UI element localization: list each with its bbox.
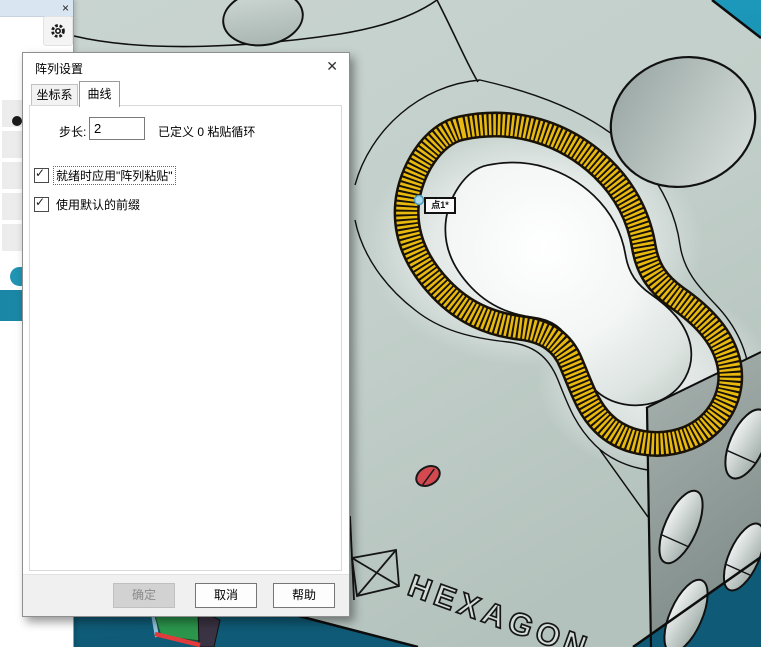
record-dot bbox=[12, 116, 22, 126]
help-button[interactable]: 帮助 bbox=[273, 583, 335, 608]
settings-button[interactable] bbox=[43, 16, 73, 46]
gear-icon bbox=[48, 21, 68, 41]
dialog-footer: 确定 取消 帮助 bbox=[23, 574, 349, 616]
ok-button[interactable]: 确定 bbox=[113, 583, 175, 608]
point-id-label[interactable]: 点1* bbox=[424, 197, 456, 214]
dialog-title: 阵列设置 bbox=[35, 60, 83, 77]
check-icon: ✓ bbox=[35, 195, 45, 209]
scan-start-point[interactable] bbox=[415, 196, 424, 205]
panel-titlebar: × bbox=[0, 0, 73, 17]
checkbox-label: 使用默认的前缀 bbox=[54, 196, 142, 213]
step-input[interactable] bbox=[89, 117, 145, 140]
tab-curve[interactable]: 曲线 bbox=[79, 81, 120, 107]
checkbox[interactable]: ✓ bbox=[34, 197, 49, 212]
close-icon[interactable]: ✕ bbox=[326, 58, 338, 75]
checkbox-apply-array-paste[interactable]: ✓ 就绪时应用"阵列粘贴" bbox=[34, 167, 175, 184]
checkbox[interactable]: ✓ bbox=[34, 168, 49, 183]
checkbox-use-default-prefix[interactable]: ✓ 使用默认的前缀 bbox=[34, 196, 142, 213]
check-icon: ✓ bbox=[35, 166, 45, 180]
app-window: HEXAGON 点1* × bbox=[0, 0, 761, 647]
tab-coordinate-system[interactable]: 坐标系 bbox=[31, 84, 78, 106]
checkbox-label: 就绪时应用"阵列粘贴" bbox=[54, 167, 175, 184]
close-icon[interactable]: × bbox=[62, 0, 69, 16]
cancel-button[interactable]: 取消 bbox=[195, 583, 257, 608]
array-settings-dialog: 阵列设置 ✕ 坐标系 曲线 步长: 已定义 0 粘贴循环 ✓ 就绪时应用"阵列粘… bbox=[22, 52, 350, 617]
defined-loops-text: 已定义 0 粘贴循环 bbox=[158, 123, 255, 140]
step-label: 步长: bbox=[59, 123, 86, 140]
